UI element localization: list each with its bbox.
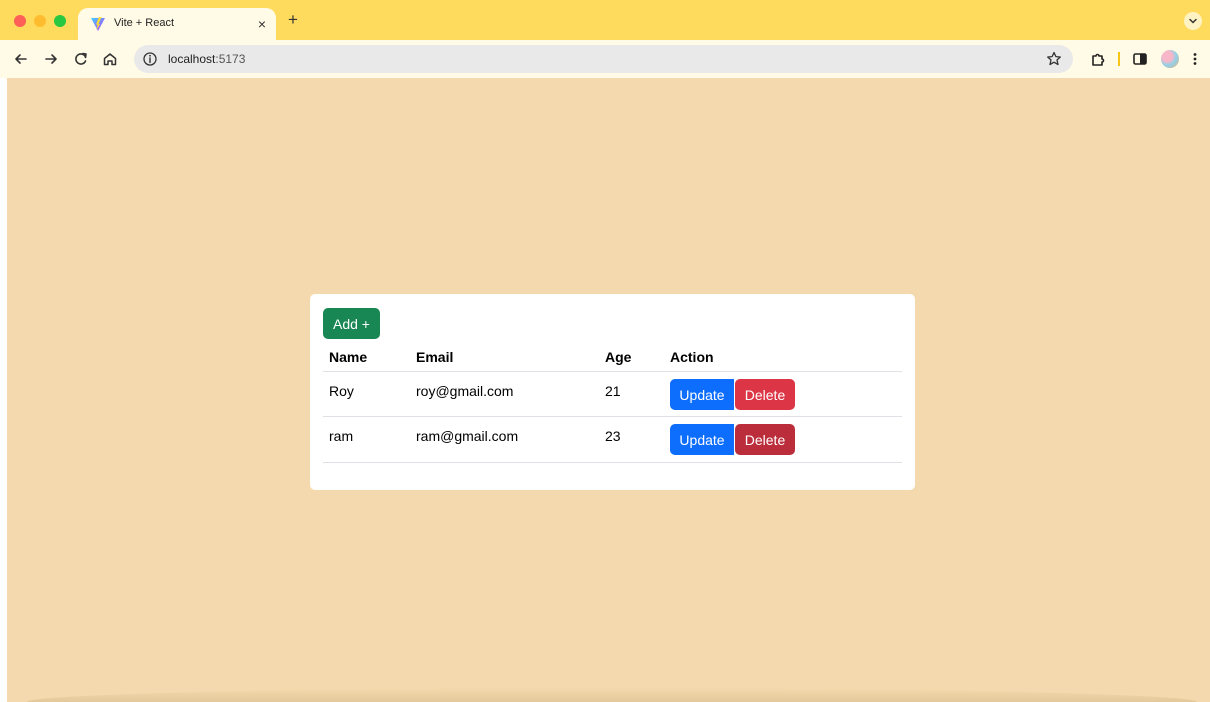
maximize-window-button[interactable] <box>54 15 66 27</box>
table-row: ram ram@gmail.com 23 Update Delete <box>323 416 902 463</box>
column-header-email: Email <box>416 349 454 365</box>
table-header: Name Email Age Action <box>323 344 902 370</box>
user-age: 23 <box>605 428 621 444</box>
user-name: Roy <box>329 383 354 399</box>
user-age: 21 <box>605 383 621 399</box>
user-email: roy@gmail.com <box>416 383 514 399</box>
table-row: Roy roy@gmail.com 21 Update Delete <box>323 371 902 417</box>
tab-strip: Vite + React × + <box>0 0 1210 40</box>
toolbar-divider <box>1118 52 1120 66</box>
close-window-button[interactable] <box>14 15 26 27</box>
users-card: Add + Name Email Age Action Roy roy@gmai… <box>310 294 915 490</box>
tab-search-button[interactable] <box>1184 12 1202 30</box>
url-text: localhost:5173 <box>168 52 245 66</box>
delete-button[interactable]: Delete <box>735 379 795 410</box>
browser-toolbar: localhost:5173 <box>0 40 1210 78</box>
tab-close-icon[interactable]: × <box>254 16 270 32</box>
new-tab-button[interactable]: + <box>284 11 302 29</box>
vite-logo-icon <box>91 17 105 31</box>
update-button[interactable]: Update <box>670 424 734 455</box>
profile-avatar[interactable] <box>1161 50 1179 68</box>
add-user-button[interactable]: Add + <box>323 308 380 339</box>
user-email: ram@gmail.com <box>416 428 519 444</box>
address-bar[interactable]: localhost:5173 <box>134 45 1073 73</box>
user-name: ram <box>329 428 354 444</box>
site-info-icon[interactable] <box>142 51 158 67</box>
column-header-action: Action <box>670 349 714 365</box>
update-button[interactable]: Update <box>670 379 734 410</box>
column-header-name: Name <box>329 349 368 365</box>
bookmark-star-icon[interactable] <box>1045 50 1063 68</box>
side-panel-icon[interactable] <box>1131 50 1149 68</box>
forward-icon[interactable] <box>42 50 60 68</box>
delete-button[interactable]: Delete <box>735 424 795 455</box>
browser-tab[interactable]: Vite + React × <box>78 8 276 40</box>
url-port: :5173 <box>215 52 246 66</box>
column-header-age: Age <box>605 349 632 365</box>
page-viewport: Add + Name Email Age Action Roy roy@gmai… <box>7 78 1210 702</box>
page-bottom-shadow <box>27 688 1197 702</box>
chevron-down-icon <box>1189 18 1197 24</box>
more-menu-icon[interactable] <box>1186 50 1204 68</box>
reload-icon[interactable] <box>72 50 90 68</box>
back-icon[interactable] <box>12 50 30 68</box>
extensions-icon[interactable] <box>1089 50 1107 68</box>
url-host: localhost <box>168 52 216 66</box>
minimize-window-button[interactable] <box>34 15 46 27</box>
tab-title: Vite + React <box>114 17 175 29</box>
home-icon[interactable] <box>101 50 119 68</box>
